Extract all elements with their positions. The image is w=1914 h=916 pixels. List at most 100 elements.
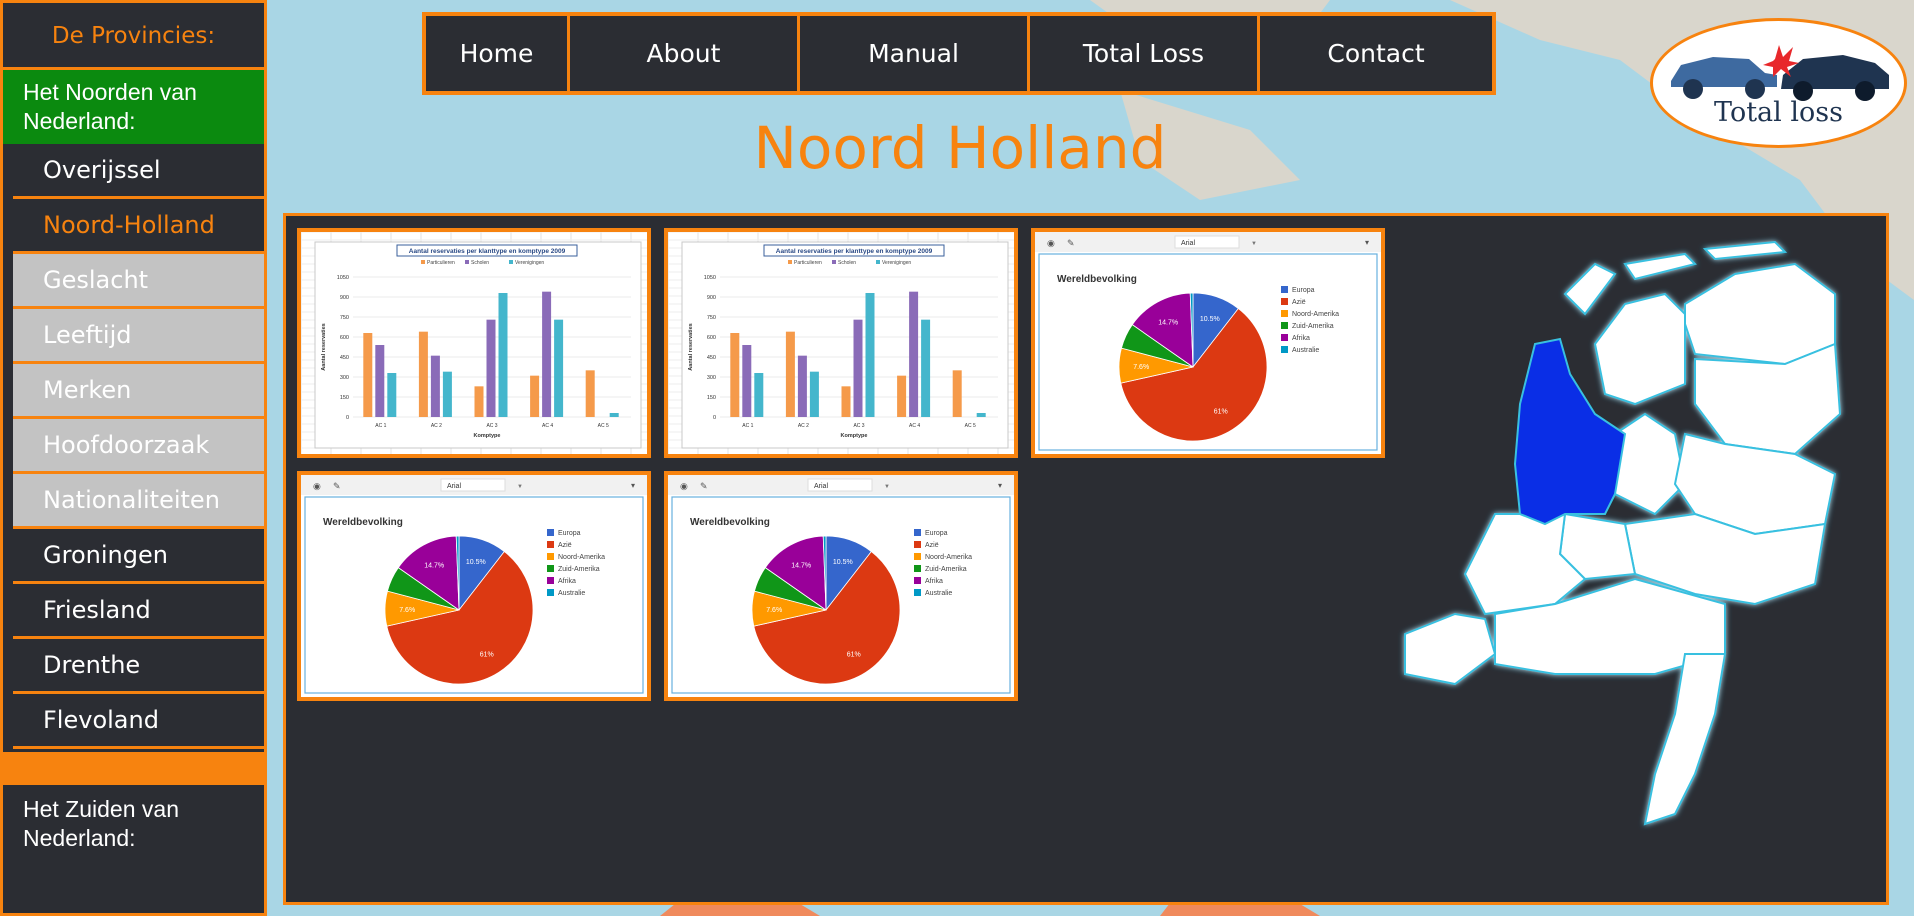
bar	[797, 355, 807, 417]
legend-label: Particulieren	[427, 260, 455, 266]
legend-swatch	[1281, 298, 1288, 305]
x-tick-label: AC 2	[798, 423, 809, 429]
legend-swatch	[876, 260, 880, 264]
pie-chart: ◉ ✎ Arial ▼ ▾ Wereldbevolking 10.5% 61% 7.6% 14.7…	[1035, 232, 1381, 451]
legend-swatch	[914, 541, 921, 548]
legend-swatch	[509, 260, 513, 264]
sidebar-item-overijssel[interactable]: Overijssel	[13, 144, 264, 199]
nav-about[interactable]: About	[570, 16, 800, 91]
bar-chart: Aantal reservaties per klanttype en komp…	[668, 232, 1014, 454]
slice-label: 7.6%	[1133, 364, 1149, 371]
pie-chart-thumbnail-1[interactable]: ◉ ✎ Arial ▼ ▾ Wereldbevolking 10.5% 61% 7.6% 14.7…	[1031, 228, 1385, 458]
legend-label: Europa	[558, 530, 581, 537]
province-flevoland	[1614, 412, 1687, 516]
sidebar-item-drenthe[interactable]: Drenthe	[13, 639, 264, 694]
slice-label: 14.7%	[424, 563, 444, 570]
nav-home[interactable]: Home	[426, 16, 570, 91]
slice-label: 10.5%	[466, 559, 486, 566]
sidebar-item-nationaliteiten[interactable]: Nationaliteiten	[13, 474, 264, 529]
slice-label: 14.7%	[791, 563, 811, 570]
sidebar-item-leeftijd[interactable]: Leeftijd	[13, 309, 264, 364]
chevron-down-icon: ▾	[1365, 238, 1369, 247]
pencil-icon: ✎	[333, 481, 341, 491]
bar-chart-thumbnail-2[interactable]: Aantal reservaties per klanttype en komp…	[664, 228, 1018, 458]
sidebar-item-hoofdoorzaak[interactable]: Hoofdoorzaak	[13, 419, 264, 474]
legend-label: Azië	[1292, 299, 1306, 306]
chart-title: Wereldbevolking	[1057, 274, 1137, 285]
legend-label: Afrika	[1292, 335, 1310, 342]
legend-swatch	[1281, 322, 1288, 329]
font-select-value: Arial	[1181, 240, 1195, 247]
pie-chart-thumbnail-3[interactable]: ◉ ✎ Arial ▼ ▾ Wereldbevolking 10.5% 61% 7.6% 14.7…	[664, 471, 1018, 701]
bar	[375, 345, 385, 417]
eye-icon: ◉	[313, 481, 321, 491]
chart-title: Aantal reservaties per klanttype en komp…	[776, 248, 933, 255]
x-tick-label: AC 5	[965, 423, 976, 429]
y-tick-label: 750	[707, 315, 716, 321]
legend-swatch	[832, 260, 836, 264]
nav-total-loss[interactable]: Total Loss	[1030, 16, 1260, 91]
sidebar-item-noord-holland[interactable]: Noord-Holland	[13, 199, 264, 254]
total-loss-logo[interactable]: Total loss	[1650, 18, 1907, 148]
sidebar-item-friesland[interactable]: Friesland	[13, 584, 264, 639]
bar	[474, 386, 484, 417]
x-tick-label: AC 4	[542, 423, 553, 429]
legend-swatch	[547, 565, 554, 572]
bar	[730, 333, 740, 417]
slice-label: 61%	[480, 652, 494, 659]
legend-label: Noord-Amerika	[1292, 311, 1339, 318]
chevron-down-icon: ▾	[631, 481, 635, 490]
sidebar-item-geslacht[interactable]: Geslacht	[13, 254, 264, 309]
bar	[921, 319, 931, 417]
bar	[865, 293, 875, 417]
bar	[909, 291, 919, 417]
legend-label: Azië	[558, 542, 572, 549]
bar	[542, 291, 552, 417]
y-tick-label: 600	[340, 335, 349, 341]
bar	[742, 345, 752, 417]
sidebar-item-groningen[interactable]: Groningen	[13, 529, 264, 584]
nav-contact[interactable]: Contact	[1260, 16, 1492, 91]
y-tick-label: 600	[707, 335, 716, 341]
region-south-heading[interactable]: Het Zuiden van Nederland:	[3, 785, 264, 863]
bar	[554, 319, 564, 417]
bar	[897, 375, 907, 417]
legend-label: Australie	[1292, 347, 1319, 354]
y-tick-label: 0	[713, 415, 716, 421]
eye-icon: ◉	[1047, 238, 1055, 248]
x-tick-label: AC 3	[853, 423, 864, 429]
slice-label: 61%	[847, 652, 861, 659]
bar	[609, 413, 619, 417]
legend-label: Scholen	[838, 260, 856, 266]
y-tick-label: 450	[340, 355, 349, 361]
bar	[841, 386, 851, 417]
legend-swatch	[547, 529, 554, 536]
chart-title: Wereldbevolking	[690, 517, 770, 528]
top-navigation: Home About Manual Total Loss Contact	[422, 12, 1496, 95]
bar-chart-thumbnail-1[interactable]: Aantal reservaties per klanttype en komp…	[297, 228, 651, 458]
sidebar-item-merken[interactable]: Merken	[13, 364, 264, 419]
slice-label: 14.7%	[1158, 320, 1178, 327]
sidebar-divider	[3, 752, 264, 785]
bar	[442, 371, 452, 417]
legend-swatch	[914, 565, 921, 572]
legend-swatch	[1281, 346, 1288, 353]
pie-chart-thumbnail-2[interactable]: ◉ ✎ Arial ▼ ▾ Wereldbevolking 10.5% 61% 7.6% 14.7…	[297, 471, 651, 701]
bar	[363, 333, 373, 417]
y-tick-label: 150	[707, 395, 716, 401]
y-axis-label: Aantal reservaties	[688, 323, 694, 370]
y-tick-label: 0	[346, 415, 349, 421]
legend-label: Verenigingen	[515, 260, 544, 266]
page-title: Noord Holland	[753, 114, 1167, 182]
bar	[530, 375, 540, 417]
pie-chart: ◉ ✎ Arial ▼ ▾ Wereldbevolking 10.5% 61% 7.6% 14.7…	[301, 475, 647, 694]
netherlands-map[interactable]	[1395, 234, 1865, 834]
legend-label: Zuid-Amerika	[558, 566, 600, 573]
y-tick-label: 1050	[337, 275, 349, 281]
x-tick-label: AC 1	[375, 423, 386, 429]
sidebar-item-flevoland[interactable]: Flevoland	[13, 694, 264, 749]
y-tick-label: 450	[707, 355, 716, 361]
y-axis-label: Aantal reservaties	[321, 323, 327, 370]
bar-chart: Aantal reservaties per klanttype en komp…	[301, 232, 647, 454]
nav-manual[interactable]: Manual	[800, 16, 1030, 91]
